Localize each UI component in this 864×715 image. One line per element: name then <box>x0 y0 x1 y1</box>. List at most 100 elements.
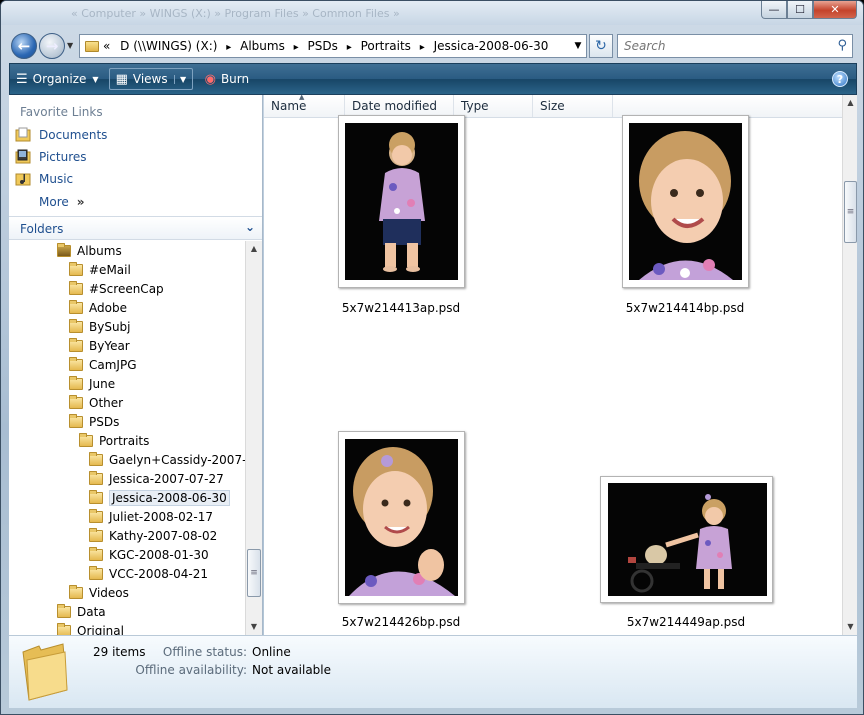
folder-tree-item[interactable]: Data <box>57 602 106 621</box>
folder-icon <box>69 413 83 428</box>
folder-tree-item[interactable]: VCC-2008-04-21 <box>89 564 208 583</box>
folder-tree-item[interactable]: Videos <box>69 583 129 602</box>
folder-tree-label: Adobe <box>89 300 127 315</box>
folder-tree-label: Kathy-2007-08-02 <box>109 528 218 543</box>
favorite-links-more[interactable]: More » <box>39 195 85 209</box>
scroll-down-arrow-icon[interactable]: ▼ <box>246 619 262 635</box>
search-icon[interactable]: ⚲ <box>837 38 847 53</box>
breadcrumb-albums[interactable]: Albums <box>240 39 285 53</box>
folder-tree-label: #eMail <box>89 262 131 277</box>
burn-button[interactable]: ◉ Burn <box>199 67 256 91</box>
back-button[interactable]: ← <box>11 33 37 59</box>
folder-tree-item[interactable]: BySubj <box>69 317 131 336</box>
explorer-window: « Computer » WINGS (X:) » Program Files … <box>0 0 864 715</box>
title-bar: « Computer » WINGS (X:) » Program Files … <box>1 1 863 25</box>
thumbnail-image <box>608 483 767 596</box>
command-toolbar: ☰ Organize ▼ ▦ Views ▼ ◉ Burn ? <box>9 63 857 95</box>
scroll-down-arrow-icon[interactable]: ▼ <box>843 619 858 635</box>
large-folder-icon <box>22 643 68 701</box>
more-label: More <box>39 195 69 209</box>
scrollbar-thumb[interactable]: ≡ <box>844 181 857 243</box>
scroll-up-arrow-icon[interactable]: ▲ <box>246 241 262 257</box>
views-split-button: ▦ Views ▼ <box>108 68 193 90</box>
thumbnail-image <box>345 439 458 596</box>
file-item[interactable]: 5x7w214449ap.psd <box>564 405 834 635</box>
breadcrumb-separator-icon[interactable]: ▸ <box>347 42 352 53</box>
file-list-scrollbar[interactable]: ▲ ≡ ▼ <box>842 95 857 635</box>
folder-icon <box>89 489 103 504</box>
folder-icon <box>69 318 83 333</box>
folder-tree-item[interactable]: Portraits <box>79 431 149 450</box>
breadcrumb-separator-icon[interactable]: ▸ <box>420 42 425 53</box>
refresh-button[interactable]: ↻ <box>589 34 613 58</box>
favorite-links-heading: Favorite Links <box>20 105 103 119</box>
chevron-down-icon: ▼ <box>92 74 99 84</box>
address-row: ← → ▼ « D (\\WINGS) (X:) ▸ Albums ▸ PSDs… <box>1 25 863 63</box>
file-item[interactable]: 5x7w214414bp.psd <box>564 95 834 325</box>
scroll-up-arrow-icon[interactable]: ▲ <box>843 95 858 111</box>
favorite-link-documents[interactable]: Documents <box>15 127 107 143</box>
folder-tree-item[interactable]: Jessica-2008-06-30 <box>89 488 230 507</box>
breadcrumb-overflow[interactable]: « <box>103 39 110 53</box>
views-button[interactable]: ▦ Views <box>110 69 174 89</box>
breadcrumb-current-folder[interactable]: Jessica-2008-06-30 <box>434 39 549 53</box>
breadcrumb-psds[interactable]: PSDs <box>308 39 338 53</box>
folder-tree-label: Gaelyn+Cassidy-2007-08- <box>109 452 245 467</box>
address-bar[interactable]: « D (\\WINGS) (X:) ▸ Albums ▸ PSDs ▸ Por… <box>79 34 587 58</box>
chevron-down-icon[interactable]: ⌄ <box>245 220 255 234</box>
forward-button[interactable]: → <box>39 33 65 59</box>
organize-button[interactable]: ☰ Organize ▼ <box>10 67 105 91</box>
minimize-button[interactable]: — <box>761 1 787 19</box>
close-button[interactable]: ✕ <box>813 1 857 19</box>
breadcrumb-separator-icon[interactable]: ▸ <box>226 42 231 53</box>
folder-tree-item[interactable]: June <box>69 374 115 393</box>
folder-tree-item[interactable]: PSDs <box>69 412 119 431</box>
offline-availability-label: Offline availability: <box>135 663 247 677</box>
recent-pages-dropdown[interactable]: ▼ <box>67 41 73 50</box>
folder-icon <box>69 280 83 295</box>
folders-heading: Folders <box>20 222 64 236</box>
search-box[interactable]: ⚲ <box>617 34 853 58</box>
breadcrumb-separator-icon[interactable]: ▸ <box>294 42 299 53</box>
folder-tree-item[interactable]: KGC-2008-01-30 <box>89 545 209 564</box>
file-name: 5x7w214426bp.psd <box>341 615 461 629</box>
refresh-icon: ↻ <box>595 38 607 54</box>
folder-icon <box>69 299 83 314</box>
folder-tree-label: Other <box>89 395 124 410</box>
folders-header[interactable]: Folders ⌄ <box>9 216 262 240</box>
folder-tree-item[interactable]: Kathy-2007-08-02 <box>89 526 217 545</box>
file-item[interactable]: 5x7w214426bp.psd <box>264 405 534 635</box>
maximize-button[interactable]: ☐ <box>787 1 813 19</box>
folder-tree-item[interactable]: Other <box>69 393 123 412</box>
folder-tree-item[interactable]: Original <box>57 621 124 635</box>
folder-tree-item[interactable]: ByYear <box>69 336 130 355</box>
folder-tree-item[interactable]: Albums <box>57 241 122 260</box>
folder-tree-item[interactable]: Adobe <box>69 298 127 317</box>
file-item[interactable]: 5x7w214413ap.psd <box>264 95 534 325</box>
breadcrumb-portraits[interactable]: Portraits <box>361 39 411 53</box>
child-with-toy-photo-icon <box>628 494 732 593</box>
folder-icon <box>89 565 103 580</box>
breadcrumb-drive[interactable]: D (\\WINGS) (X:) <box>120 39 217 53</box>
favorite-link-pictures[interactable]: Pictures <box>15 149 87 165</box>
folder-tree-item[interactable]: Gaelyn+Cassidy-2007-08- <box>89 450 245 469</box>
folder-tree-scrollbar[interactable]: ▲ ≡ ▼ <box>245 241 262 635</box>
views-dropdown-button[interactable]: ▼ <box>173 74 192 84</box>
details-pane: 29 items Offline status: Online Offline … <box>9 635 857 708</box>
folder-tree-item[interactable]: CamJPG <box>69 355 137 374</box>
address-dropdown-icon[interactable]: ▼ <box>570 41 586 51</box>
folder-icon <box>89 508 103 523</box>
favorite-link-music[interactable]: Music <box>15 171 73 187</box>
folder-tree-item[interactable]: #eMail <box>69 260 131 279</box>
help-button[interactable]: ? <box>832 71 848 87</box>
search-input[interactable] <box>622 36 822 56</box>
title-ghost-breadcrumb: « Computer » WINGS (X:) » Program Files … <box>71 7 400 20</box>
folder-tree-item[interactable]: Jessica-2007-07-27 <box>89 469 224 488</box>
folder-tree-label: KGC-2008-01-30 <box>109 547 209 562</box>
scrollbar-thumb[interactable]: ≡ <box>247 549 261 597</box>
folder-tree-item[interactable]: #ScreenCap <box>69 279 164 298</box>
folder-tree-item[interactable]: Juliet-2008-02-17 <box>89 507 213 526</box>
folder-tree-label: CamJPG <box>89 357 137 372</box>
folder-tree-label: June <box>89 376 116 391</box>
folder-icon <box>89 470 103 485</box>
